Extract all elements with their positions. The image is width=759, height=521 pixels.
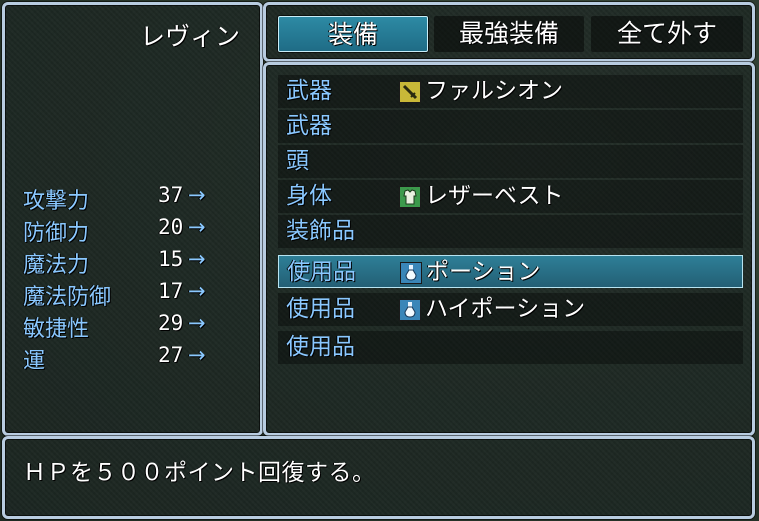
stat-row-attack: 攻撃力 37 → [23,183,253,215]
status-window: レヴィン 攻撃力 37 → 防御力 20 → 魔法力 15 → 魔法防御 17 … [2,2,263,436]
equip-slot-accessory[interactable]: 装飾品 [278,215,743,248]
stat-value: 29 [158,311,184,335]
item-name: ハイポーション [425,296,586,322]
slot-name: 身体 [286,183,332,209]
stat-label: 運 [23,349,46,374]
stat-value: 20 [158,215,184,239]
stat-value: 17 [158,279,184,303]
slot-name: 使用品 [286,334,355,360]
equip-slot-weapon-2[interactable]: 武器 [278,110,743,143]
stat-value: 37 [158,183,184,207]
equip-command-button[interactable]: 装備 [278,16,428,52]
equip-slot-item-3[interactable]: 使用品 [278,331,743,364]
equip-slot-body[interactable]: 身体 レザーベスト [278,180,743,213]
slot-name: 使用品 [286,296,355,322]
equip-slot-weapon-1[interactable]: 武器 ファルシオン [278,75,743,108]
stat-value: 27 [158,343,184,367]
stat-value: 15 [158,247,184,271]
stat-arrow: → [188,279,206,303]
stat-row-magic: 魔法力 15 → [23,247,253,279]
stat-arrow: → [188,183,206,207]
potion-icon [399,299,421,321]
stat-arrow: → [188,311,206,335]
stat-label: 敏捷性 [23,317,90,342]
stat-row-defense: 防御力 20 → [23,215,253,247]
item-name: ファルシオン [425,78,563,104]
command-window: 装備 最強装備 全て外す [263,2,755,62]
stat-arrow: → [188,215,206,239]
slot-name: 武器 [286,113,332,139]
potion-icon [400,262,422,284]
optimize-command-button[interactable]: 最強装備 [434,16,584,52]
armor-icon [399,186,421,208]
help-description: ＨＰを５００ポイント回復する。 [23,460,376,486]
slot-name: 頭 [286,148,309,174]
stat-label: 防御力 [23,221,90,246]
sword-icon [399,81,421,103]
stat-row-agility: 敏捷性 29 → [23,311,253,343]
stat-label: 魔法力 [23,253,90,278]
stat-row-magic-defense: 魔法防御 17 → [23,279,253,311]
slot-name: 武器 [286,78,332,104]
equip-slot-item-2[interactable]: 使用品 ハイポーション [278,293,743,326]
help-window: ＨＰを５００ポイント回復する。 [2,436,755,519]
stat-arrow: → [188,343,206,367]
stat-label: 攻撃力 [23,189,90,214]
slot-name: 使用品 [287,259,356,285]
item-name: ポーション [426,259,541,285]
item-name: レザーベスト [425,183,564,209]
equip-slot-head[interactable]: 頭 [278,145,743,178]
actor-name: レヴィン [139,22,240,51]
slot-name: 装飾品 [286,218,355,244]
equip-slot-item-1[interactable]: 使用品 ポーション [278,255,743,288]
stat-arrow: → [188,247,206,271]
stat-row-luck: 運 27 → [23,343,253,375]
stat-label: 魔法防御 [23,285,112,310]
clear-command-button[interactable]: 全て外す [591,16,743,52]
equip-slot-window: 武器 ファルシオン 武器 頭 身体 レザーベスト 装飾品 使用品 ポーション 使… [263,62,755,436]
